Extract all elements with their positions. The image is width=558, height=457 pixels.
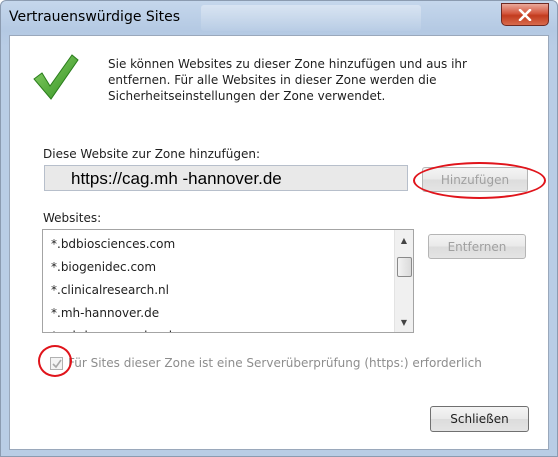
checkmark-small-icon bbox=[51, 359, 62, 368]
list-item[interactable]: *.clinicalresearch.nl bbox=[51, 279, 175, 302]
add-website-label: Diese Website zur Zone hinzufügen: bbox=[43, 147, 261, 161]
remove-button[interactable]: Entfernen bbox=[428, 234, 526, 259]
websites-label: Websites: bbox=[43, 211, 102, 225]
list-item[interactable]: *.mh-hannover.de bbox=[51, 302, 175, 325]
scroll-down-icon[interactable]: ▼ bbox=[395, 314, 413, 330]
checkmark-icon bbox=[33, 54, 79, 100]
window-close-button[interactable] bbox=[501, 3, 549, 26]
title-bar[interactable]: Vertrauenswürdige Sites bbox=[1, 1, 557, 35]
background-tab-ghost bbox=[201, 5, 421, 31]
scroll-up-icon[interactable]: ▲ bbox=[395, 232, 413, 248]
intro-text: Sie können Websites zu dieser Zone hinzu… bbox=[108, 57, 467, 103]
https-checkbox-label[interactable]: Für Sites dieser Zone ist eine Serverübe… bbox=[68, 356, 482, 370]
website-url-input[interactable] bbox=[44, 165, 408, 191]
window-title: Vertrauenswürdige Sites bbox=[9, 9, 181, 25]
list-item[interactable]: *.mh-hannover.local bbox=[51, 325, 175, 332]
websites-scrollbar[interactable]: ▲ ▼ bbox=[394, 230, 413, 332]
dialog-window: Vertrauenswürdige Sites Sie können Websi… bbox=[0, 0, 558, 457]
close-button[interactable]: Schließen bbox=[430, 406, 529, 432]
scroll-thumb[interactable] bbox=[397, 257, 412, 277]
list-item[interactable]: *.bdbiosciences.com bbox=[51, 233, 175, 256]
close-icon bbox=[518, 8, 532, 21]
https-checkbox[interactable] bbox=[50, 357, 63, 370]
websites-list[interactable]: *.bdbiosciences.com *.biogenidec.com *.c… bbox=[42, 229, 414, 333]
list-item[interactable]: *.biogenidec.com bbox=[51, 256, 175, 279]
dialog-content: Sie können Websites zu dieser Zone hinzu… bbox=[9, 35, 549, 450]
add-button[interactable]: Hinzufügen bbox=[422, 167, 528, 192]
